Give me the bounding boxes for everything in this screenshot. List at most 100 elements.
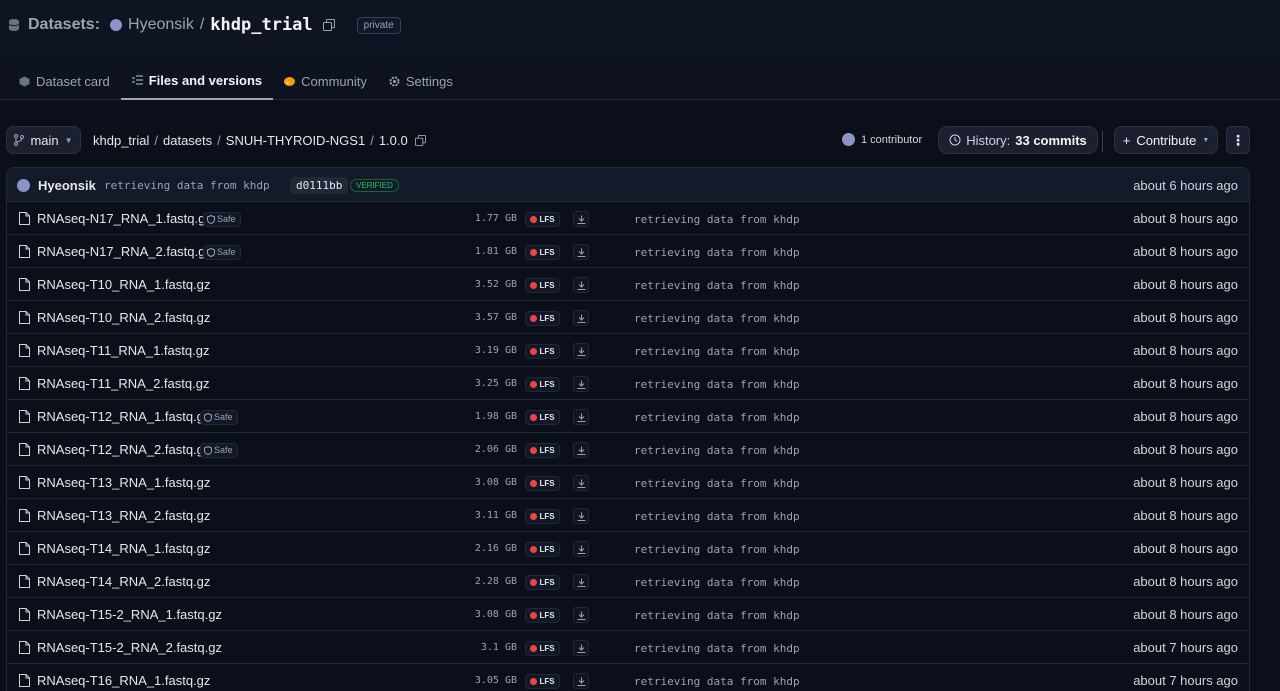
commit-message-link[interactable]: retrieving data from khdp [634, 576, 800, 589]
commit-message-link[interactable]: retrieving data from khdp [634, 675, 800, 688]
file-row[interactable]: RNAseq-N17_RNA_2.fastq.gz Safe 1.81 GB L… [7, 235, 1249, 268]
file-name-link[interactable]: RNAseq-N17_RNA_1.fastq.gz [37, 211, 212, 226]
datasets-label[interactable]: Datasets: [28, 16, 100, 34]
file-row[interactable]: RNAseq-T15-2_RNA_2.fastq.gz 3.1 GB LFS r… [7, 631, 1249, 664]
contribute-button[interactable]: + Contribute ▼ [1114, 126, 1218, 154]
download-button[interactable] [573, 673, 589, 689]
file-row[interactable]: RNAseq-N17_RNA_1.fastq.gz Safe 1.77 GB L… [7, 202, 1249, 235]
file-row[interactable]: RNAseq-T11_RNA_2.fastq.gz 3.25 GB LFS re… [7, 367, 1249, 400]
file-row[interactable]: RNAseq-T10_RNA_1.fastq.gz 3.52 GB LFS re… [7, 268, 1249, 301]
tab-settings[interactable]: Settings [378, 62, 464, 100]
file-name-link[interactable]: RNAseq-T11_RNA_1.fastq.gz [37, 343, 209, 358]
download-button[interactable] [573, 211, 589, 227]
download-button[interactable] [573, 541, 589, 557]
download-button[interactable] [573, 277, 589, 293]
file-row[interactable]: RNAseq-T15-2_RNA_1.fastq.gz 3.08 GB LFS … [7, 598, 1249, 631]
download-button[interactable] [573, 475, 589, 491]
safe-badge[interactable]: Safe [203, 245, 241, 260]
file-row[interactable]: RNAseq-T14_RNA_1.fastq.gz 2.16 GB LFS re… [7, 532, 1249, 565]
file-row[interactable]: RNAseq-T11_RNA_1.fastq.gz 3.19 GB LFS re… [7, 334, 1249, 367]
download-button[interactable] [573, 574, 589, 590]
download-button[interactable] [573, 607, 589, 623]
lfs-badge[interactable]: LFS [525, 410, 560, 425]
copy-icon[interactable] [322, 19, 335, 31]
file-name-link[interactable]: RNAseq-T13_RNA_1.fastq.gz [37, 475, 210, 490]
file-name-link[interactable]: RNAseq-T11_RNA_2.fastq.gz [37, 376, 209, 391]
file-name-link[interactable]: RNAseq-T15-2_RNA_2.fastq.gz [37, 640, 222, 655]
file-name-link[interactable]: RNAseq-T10_RNA_2.fastq.gz [37, 310, 210, 325]
repo-name-link[interactable]: khdp_trial [210, 15, 312, 35]
lfs-badge[interactable]: LFS [525, 443, 560, 458]
lfs-badge[interactable]: LFS [525, 674, 560, 689]
lfs-badge[interactable]: LFS [525, 476, 560, 491]
download-button[interactable] [573, 343, 589, 359]
download-button[interactable] [573, 409, 589, 425]
download-button[interactable] [573, 508, 589, 524]
lfs-badge[interactable]: LFS [525, 608, 560, 623]
file-row[interactable]: RNAseq-T12_RNA_2.fastq.gz Safe 2.06 GB L… [7, 433, 1249, 466]
download-button[interactable] [573, 442, 589, 458]
commit-author[interactable]: Hyeonsik [38, 178, 96, 193]
download-button[interactable] [573, 310, 589, 326]
lfs-badge[interactable]: LFS [525, 245, 560, 260]
file-name-link[interactable]: RNAseq-T14_RNA_1.fastq.gz [37, 541, 210, 556]
file-row[interactable]: RNAseq-T12_RNA_1.fastq.gz Safe 1.98 GB L… [7, 400, 1249, 433]
owner-avatar[interactable] [110, 19, 123, 31]
file-row[interactable]: RNAseq-T13_RNA_2.fastq.gz 3.11 GB LFS re… [7, 499, 1249, 532]
commit-message-link[interactable]: retrieving data from khdp [634, 477, 800, 490]
contributors[interactable]: 1 contributor [842, 133, 922, 146]
tab-files-and-versions[interactable]: Files and versions [120, 62, 274, 100]
commit-message-link[interactable]: retrieving data from khdp [634, 213, 800, 226]
breadcrumb-item[interactable]: 1.0.0 [379, 133, 408, 148]
commit-message-link[interactable]: retrieving data from khdp [634, 279, 800, 292]
lfs-badge[interactable]: LFS [525, 641, 560, 656]
lfs-badge[interactable]: LFS [525, 575, 560, 590]
commit-message-link[interactable]: retrieving data from khdp [634, 510, 800, 523]
safe-badge[interactable]: Safe [200, 443, 238, 458]
commit-message-link[interactable]: retrieving data from khdp [634, 444, 800, 457]
tab-dataset-card[interactable]: Dataset card [8, 62, 121, 100]
commit-message[interactable]: retrieving data from khdp [104, 179, 270, 192]
safe-badge[interactable]: Safe [203, 212, 241, 227]
commit-message-link[interactable]: retrieving data from khdp [634, 543, 800, 556]
commit-message-link[interactable]: retrieving data from khdp [634, 312, 800, 325]
file-name-link[interactable]: RNAseq-T13_RNA_2.fastq.gz [37, 508, 210, 523]
commit-message-link[interactable]: retrieving data from khdp [634, 345, 800, 358]
lfs-badge[interactable]: LFS [525, 212, 560, 227]
lfs-badge[interactable]: LFS [525, 509, 560, 524]
download-button[interactable] [573, 376, 589, 392]
avatar[interactable] [17, 179, 30, 192]
file-name-link[interactable]: RNAseq-T14_RNA_2.fastq.gz [37, 574, 210, 589]
lfs-badge[interactable]: LFS [525, 377, 560, 392]
file-name-link[interactable]: RNAseq-T12_RNA_2.fastq.gz [37, 442, 210, 457]
file-name-link[interactable]: RNAseq-T12_RNA_1.fastq.gz [37, 409, 210, 424]
file-row[interactable]: RNAseq-T14_RNA_2.fastq.gz 2.28 GB LFS re… [7, 565, 1249, 598]
breadcrumb-item[interactable]: datasets [163, 133, 212, 148]
file-name-link[interactable]: RNAseq-T10_RNA_1.fastq.gz [37, 277, 210, 292]
breadcrumb-item[interactable]: khdp_trial [93, 133, 149, 148]
commit-hash[interactable]: d0111bb [290, 177, 349, 194]
breadcrumb-item[interactable]: SNUH-THYROID-NGS1 [226, 133, 365, 148]
safe-badge[interactable]: Safe [200, 410, 238, 425]
lfs-badge[interactable]: LFS [525, 344, 560, 359]
commit-message-link[interactable]: retrieving data from khdp [634, 246, 800, 259]
owner-link[interactable]: Hyeonsik [128, 16, 194, 34]
history-button[interactable]: History: 33 commits [938, 126, 1098, 154]
file-name-link[interactable]: RNAseq-N17_RNA_2.fastq.gz [37, 244, 212, 259]
tab-community[interactable]: Community [273, 62, 378, 100]
lfs-badge[interactable]: LFS [525, 311, 560, 326]
commit-message-link[interactable]: retrieving data from khdp [634, 642, 800, 655]
copy-path-icon[interactable] [414, 135, 426, 146]
file-name-link[interactable]: RNAseq-T16_RNA_1.fastq.gz [37, 673, 210, 688]
more-options-button[interactable]: ⋮ [1226, 126, 1250, 154]
branch-selector[interactable]: main ▼ [6, 126, 81, 154]
file-row[interactable]: RNAseq-T16_RNA_1.fastq.gz 3.05 GB LFS re… [7, 664, 1249, 691]
file-row[interactable]: RNAseq-T10_RNA_2.fastq.gz 3.57 GB LFS re… [7, 301, 1249, 334]
lfs-badge[interactable]: LFS [525, 278, 560, 293]
commit-message-link[interactable]: retrieving data from khdp [634, 411, 800, 424]
file-row[interactable]: RNAseq-T13_RNA_1.fastq.gz 3.08 GB LFS re… [7, 466, 1249, 499]
commit-message-link[interactable]: retrieving data from khdp [634, 609, 800, 622]
file-name-link[interactable]: RNAseq-T15-2_RNA_1.fastq.gz [37, 607, 222, 622]
lfs-badge[interactable]: LFS [525, 542, 560, 557]
download-button[interactable] [573, 244, 589, 260]
